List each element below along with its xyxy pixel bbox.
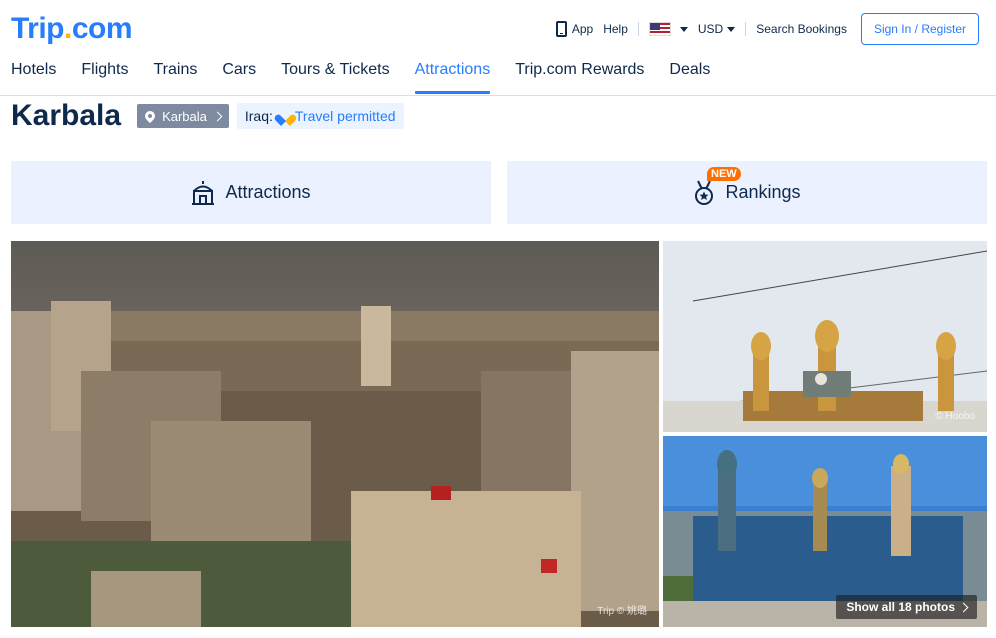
nav-item-rewards[interactable]: Trip.com Rewards — [515, 58, 644, 94]
rankings-label: Rankings — [725, 182, 801, 202]
logo-dot: . — [64, 12, 72, 45]
show-all-photos-label: Show all 18 photos — [846, 600, 955, 614]
nav-item-attractions[interactable]: Attractions — [414, 58, 490, 94]
help-link[interactable]: Help — [603, 22, 628, 36]
rankings-button[interactable]: NEW Rankings — [507, 161, 987, 224]
shrine-domes-photo[interactable]: © Hoobo — [663, 241, 987, 432]
nav-item-cars[interactable]: Cars — [222, 58, 256, 94]
currency-label: USD — [697, 22, 724, 36]
trip-logo[interactable]: Trip.com — [11, 12, 133, 46]
divider — [745, 22, 747, 36]
nav-item-hotels[interactable]: Hotels — [11, 58, 56, 94]
search-bookings-label: Search Bookings — [756, 22, 847, 36]
travel-status-label: Travel permitted — [294, 108, 396, 124]
attractions-button[interactable]: Attractions — [11, 161, 491, 224]
currency-selector[interactable]: USD — [697, 22, 736, 36]
show-all-photos-button[interactable]: Show all 18 photos — [836, 595, 977, 619]
nav-item-flights[interactable]: Flights — [81, 58, 128, 94]
attractions-icon — [192, 180, 215, 205]
phone-icon — [555, 21, 567, 37]
heart-icon — [279, 110, 291, 122]
page-title: Karbala — [11, 99, 122, 132]
search-bookings-link[interactable]: Search Bookings — [756, 22, 847, 36]
main-nav: Hotels Flights Trains Cars Tours & Ticke… — [11, 58, 735, 96]
sign-in-button[interactable]: Sign In / Register — [860, 13, 979, 45]
logo-text: Trip — [11, 12, 65, 45]
nav-item-trains[interactable]: Trains — [153, 58, 197, 94]
nav-item-deals[interactable]: Deals — [669, 58, 710, 94]
header-utilities: App Help USD Search Bookings Sign In / R… — [555, 13, 979, 45]
new-badge: NEW — [707, 167, 741, 181]
us-flag-icon — [648, 22, 671, 36]
photo-watermark: Trip © 姚璐 — [597, 606, 647, 617]
country-label: Iraq: — [244, 108, 273, 124]
shrine-minarets-image — [663, 241, 987, 432]
medal-icon — [695, 180, 714, 205]
chevron-down-icon — [679, 26, 688, 32]
app-label: App — [571, 22, 594, 36]
nav-item-tours-tickets[interactable]: Tours & Tickets — [281, 58, 389, 94]
divider — [637, 22, 639, 36]
destination-header: Karbala Karbala Iraq: Travel permitted — [11, 98, 404, 134]
travel-status-badge[interactable]: Iraq: Travel permitted — [236, 103, 404, 129]
language-selector[interactable] — [648, 22, 688, 36]
logo-tail: com — [71, 12, 133, 45]
shrine-facade-photo[interactable]: Show all 18 photos — [663, 436, 987, 627]
location-pin-icon — [142, 108, 158, 124]
photo-watermark: © Hoobo — [935, 411, 975, 422]
main-photo[interactable]: Trip © 姚璐 — [11, 241, 659, 627]
chevron-right-icon — [958, 602, 969, 612]
location-badge-label: Karbala — [162, 108, 207, 124]
attractions-label: Attractions — [225, 182, 311, 202]
chevron-right-icon — [212, 111, 223, 121]
city-skyline-image — [11, 241, 659, 627]
help-label: Help — [603, 22, 628, 36]
location-badge[interactable]: Karbala — [137, 104, 229, 128]
chevron-down-icon — [727, 26, 736, 32]
site-header: Trip.com App Help USD Search Bookings Si… — [0, 0, 996, 96]
app-link[interactable]: App — [555, 21, 594, 37]
